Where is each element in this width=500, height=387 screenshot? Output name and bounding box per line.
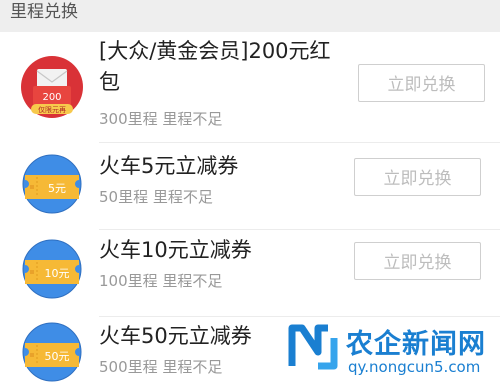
item-subtitle: 300里程 里程不足: [99, 110, 223, 128]
watermark: 农企新闻网 qy.nongcun5.com: [288, 320, 498, 382]
coupon-value: 5元: [48, 182, 66, 195]
coupon-value: 10元: [45, 267, 70, 280]
section-title: 里程兑换: [10, 2, 78, 22]
item-title: 火车5元立减券: [99, 154, 239, 178]
watermark-url: qy.nongcun5.com: [348, 358, 481, 376]
item-title: 火车10元立减券: [99, 238, 252, 262]
item-subtitle: 500里程 里程不足: [99, 358, 223, 376]
item-subtitle: 50里程 里程不足: [99, 188, 213, 206]
list-item[interactable]: 5元 火车5元立减券 50里程 里程不足 立即兑换: [0, 143, 500, 229]
list-item[interactable]: 200 仅限元再 [大众/黄金会员]200元红包 300里程 里程不足 立即兑换: [0, 32, 500, 142]
watermark-name: 农企新闻网: [346, 329, 486, 360]
coupon-ticket-icon: 5元: [21, 153, 83, 215]
coupon-ticket-icon: 10元: [21, 238, 83, 300]
red-packet-value: 200: [42, 92, 61, 103]
redeem-button[interactable]: 立即兑换: [354, 158, 481, 196]
redeem-button[interactable]: 立即兑换: [354, 242, 481, 280]
coupon-ticket-icon: 50元: [21, 321, 83, 383]
list-item[interactable]: 10元 火车10元立减券 100里程 里程不足 立即兑换: [0, 230, 500, 316]
item-title: [大众/黄金会员]200元红包: [99, 39, 331, 94]
redeem-button[interactable]: 立即兑换: [358, 64, 485, 102]
section-header: 里程兑换: [0, 0, 500, 32]
item-subtitle: 100里程 里程不足: [99, 272, 223, 290]
red-packet-tag: 仅限元再: [38, 105, 66, 114]
watermark-logo-icon: [288, 324, 338, 370]
red-packet-icon: 200 仅限元再: [21, 56, 83, 118]
coupon-value: 50元: [45, 350, 70, 363]
